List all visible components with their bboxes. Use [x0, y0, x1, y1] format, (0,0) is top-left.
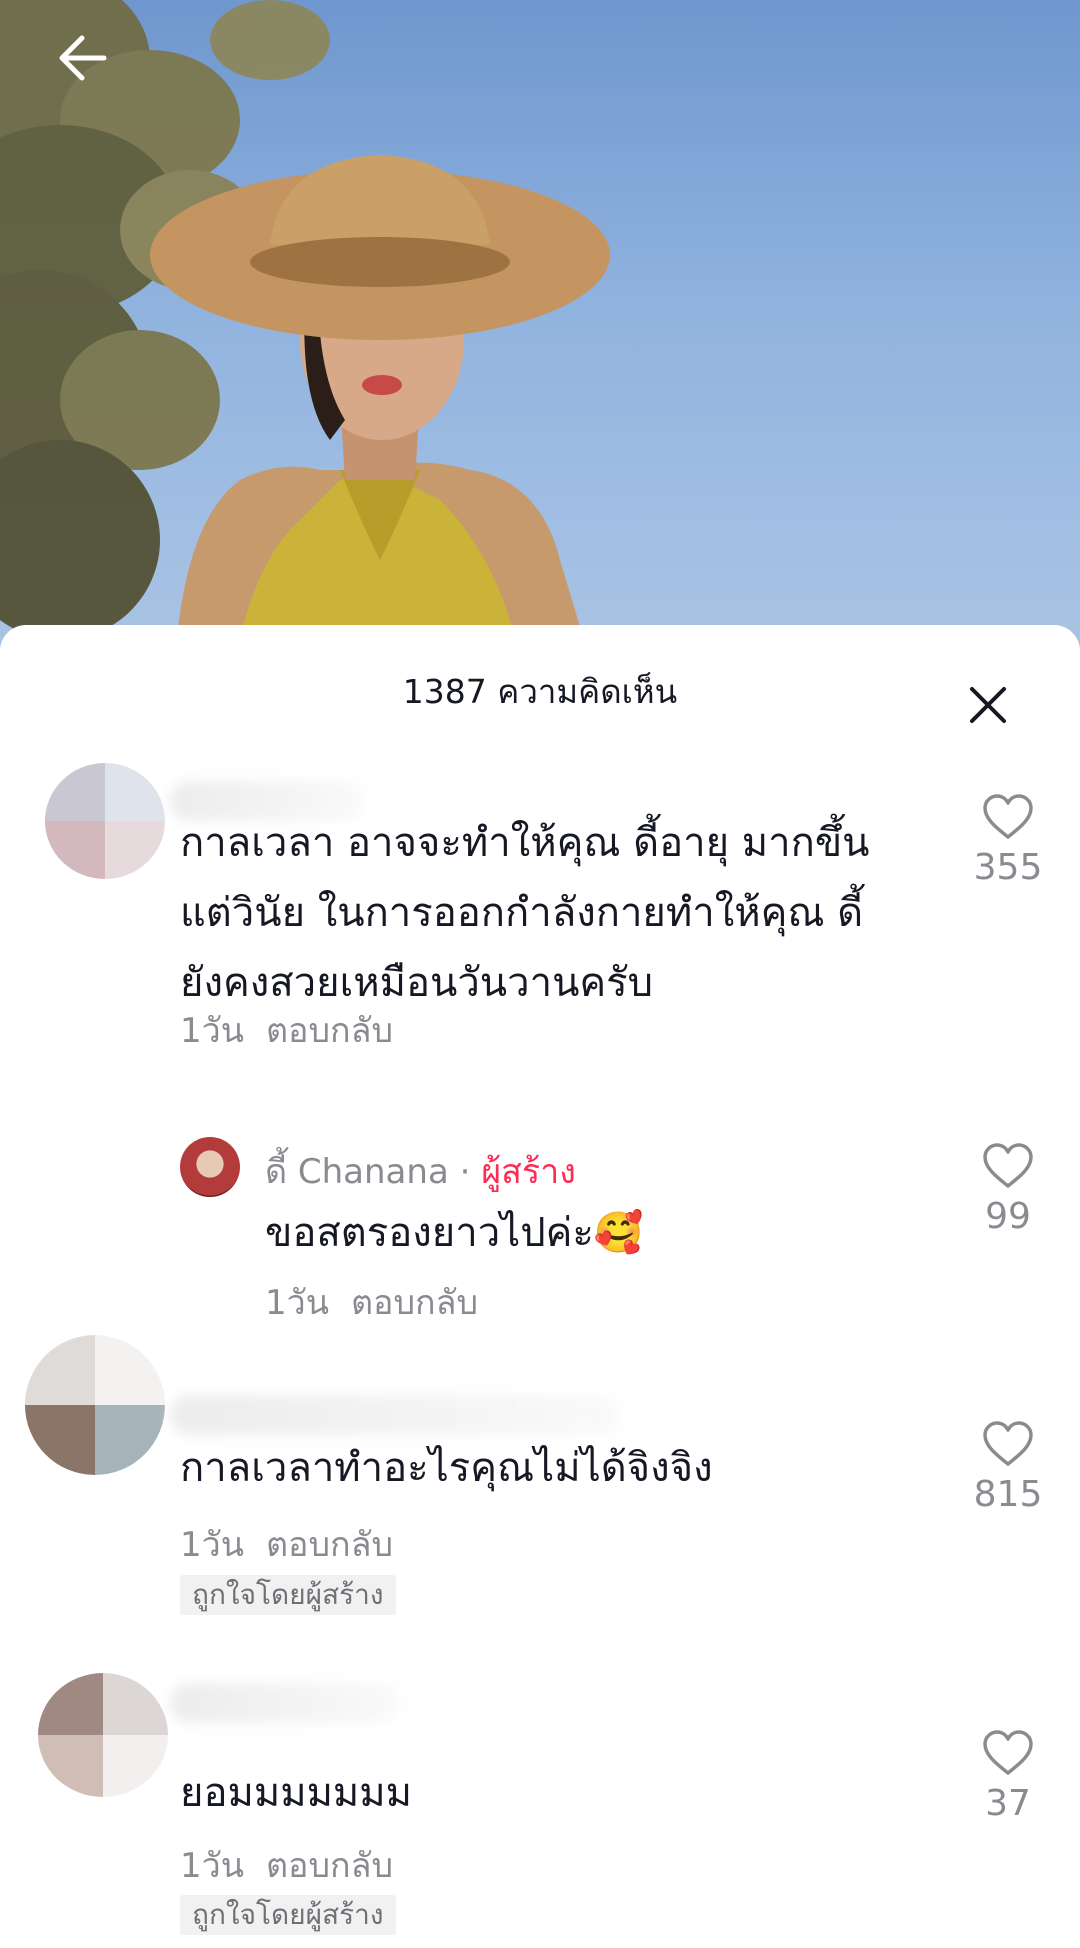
reply-author-name[interactable]: ดี้ Chanana	[265, 1152, 449, 1192]
reply-time: 1วัน	[265, 1283, 329, 1323]
like-button[interactable]: 99	[960, 1142, 1056, 1237]
comment-meta: 1วัน ตอบกลับ	[180, 1517, 393, 1571]
close-button[interactable]	[958, 675, 1018, 735]
back-button[interactable]	[52, 28, 136, 112]
like-button[interactable]: 815	[960, 1420, 1056, 1515]
comment-text: กาลเวลา อาจจะทำให้คุณ ดี้อายุ มากขึ้น แต…	[180, 820, 870, 1006]
avatar[interactable]	[45, 763, 165, 879]
like-count: 815	[973, 1474, 1043, 1515]
like-button[interactable]: 37	[960, 1729, 1056, 1824]
username-redacted	[170, 1395, 620, 1435]
comment-meta: 1วัน ตอบกลับ	[180, 1838, 393, 1892]
heart-icon	[983, 1730, 1033, 1775]
like-count: 355	[973, 847, 1043, 888]
avatar[interactable]	[25, 1335, 165, 1475]
heart-icon	[983, 1421, 1033, 1466]
reply-meta: 1วัน ตอบกลับ	[265, 1275, 478, 1329]
reply-button[interactable]: ตอบกลับ	[266, 1846, 393, 1886]
comments-count-title: 1387 ความคิดเห็น	[402, 672, 678, 711]
comment-meta: 1วัน ตอบกลับ	[180, 1003, 393, 1057]
heart-icon	[983, 1143, 1033, 1188]
video-frame	[0, 0, 610, 660]
reply-button[interactable]: ตอบกลับ	[266, 1525, 393, 1565]
separator-dot: ·	[459, 1152, 471, 1192]
video-player[interactable]	[0, 0, 1080, 660]
comment-text: ยอมมมมมมม	[180, 1770, 413, 1816]
comment-time: 1วัน	[180, 1011, 244, 1051]
reply-text: ขอสตรองยาวไปค่ะ🥰	[265, 1210, 644, 1256]
avatar[interactable]	[38, 1673, 168, 1797]
liked-by-creator-badge: ถูกใจโดยผู้สร้าง	[180, 1895, 396, 1935]
comment-time: 1วัน	[180, 1525, 244, 1565]
arrow-left-icon	[59, 35, 107, 81]
reply-button[interactable]: ตอบกลับ	[351, 1283, 478, 1323]
reply-author: ดี้ Chanana · ผู้สร้าง	[265, 1144, 576, 1198]
like-count: 99	[985, 1196, 1031, 1237]
comment-text: กาลเวลาทำอะไรคุณไม่ได้จิงจิง	[180, 1445, 713, 1491]
like-button[interactable]: 355	[960, 793, 1056, 888]
heart-icon	[983, 794, 1033, 839]
comments-sheet: 1387 ความคิดเห็น กาลเวลา อาจจะทำให้คุณ ด…	[0, 625, 1080, 1948]
like-count: 37	[985, 1783, 1031, 1824]
close-icon	[970, 687, 1006, 723]
username-redacted	[170, 1683, 400, 1723]
creator-avatar[interactable]	[180, 1137, 240, 1197]
liked-by-creator-badge: ถูกใจโดยผู้สร้าง	[180, 1575, 396, 1615]
reply-button[interactable]: ตอบกลับ	[266, 1011, 393, 1051]
comment-time: 1วัน	[180, 1846, 244, 1886]
creator-badge: ผู้สร้าง	[481, 1152, 576, 1192]
